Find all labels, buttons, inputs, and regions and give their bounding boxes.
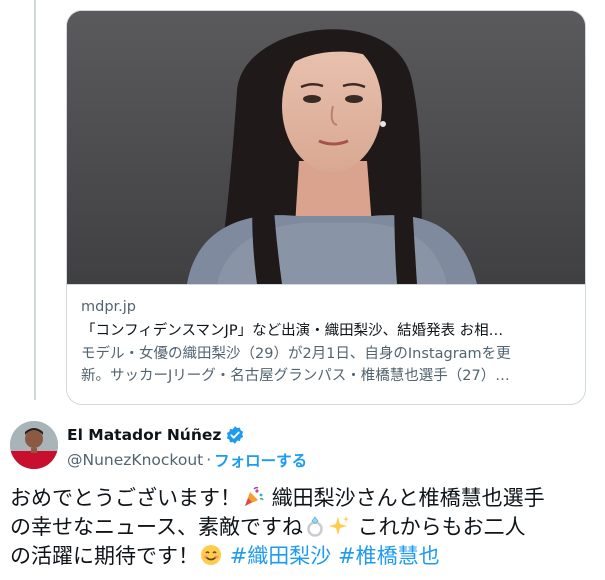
woman-portrait-image <box>67 11 585 284</box>
tweet-text-segment: 織田梨沙さんと椎橋慧也選手 <box>265 486 545 510</box>
hashtag-link[interactable]: #織田梨沙 <box>230 544 332 568</box>
link-preview-card[interactable]: mdpr.jp 「コンフィデンスマンJP」など出演・織田梨沙、結婚発表 お相… … <box>66 10 586 405</box>
sparkles-icon <box>328 515 350 537</box>
tweet-text-line-2: の幸せなニュース、素敵ですね これからもお二人 <box>10 513 600 542</box>
footballer-avatar-image <box>10 421 58 469</box>
follow-button[interactable]: フォローする <box>214 449 307 471</box>
card-description-line-2: 新。サッカーJリーグ・名古屋グランパス・椎橋慧也選手（27）… <box>81 368 510 384</box>
card-text-area: mdpr.jp 「コンフィデンスマンJP」など出演・織田梨沙、結婚発表 お相… … <box>67 284 585 404</box>
avatar[interactable] <box>10 421 58 469</box>
author-handle-row: @NunezKnockout · フォローする <box>67 449 587 471</box>
tweet-text-segment: の活躍に期待です！ <box>10 544 199 568</box>
tweet-text-segment: これからもお二人 <box>350 515 526 539</box>
ring-icon <box>304 515 326 537</box>
party-popper-icon <box>242 486 264 508</box>
card-description-line-1: モデル・女優の織田梨沙（29）が2月1日、自身のInstagramを更 <box>81 346 511 362</box>
author-name-row: El Matador Núñez <box>67 424 587 446</box>
smiling-face-icon <box>200 544 222 566</box>
card-photo <box>67 11 585 284</box>
separator-dot: · <box>206 451 212 469</box>
tweet-text: おめでとうございます！ 織田梨沙さんと椎橋慧也選手 の幸せなニュース、素敵ですね… <box>10 484 600 571</box>
card-domain: mdpr.jp <box>81 299 137 315</box>
author-handle[interactable]: @NunezKnockout <box>67 451 203 469</box>
tweet-text-segment: の幸せなニュース、素敵ですね <box>10 515 303 539</box>
tweet-text-segment: おめでとうございます！ <box>10 486 241 510</box>
hashtag-link[interactable]: #椎橋慧也 <box>338 544 440 568</box>
tweet-text-line-1: おめでとうございます！ 織田梨沙さんと椎橋慧也選手 <box>10 484 600 513</box>
tweet-text-line-3: の活躍に期待です！ #織田梨沙 #椎橋慧也 <box>10 542 600 571</box>
author-display-name[interactable]: El Matador Núñez <box>67 426 221 444</box>
tweet-screen: mdpr.jp 「コンフィデンスマンJP」など出演・織田梨沙、結婚発表 お相… … <box>0 0 605 580</box>
card-title[interactable]: 「コンフィデンスマンJP」など出演・織田梨沙、結婚発表 お相… <box>81 320 571 342</box>
card-description: モデル・女優の織田梨沙（29）が2月1日、自身のInstagramを更 新。サッ… <box>81 343 571 387</box>
verified-badge-icon <box>225 425 245 445</box>
tweet-author-block: El Matador Núñez @NunezKnockout · フォローする <box>67 424 587 471</box>
thread-connector-line <box>34 0 36 400</box>
